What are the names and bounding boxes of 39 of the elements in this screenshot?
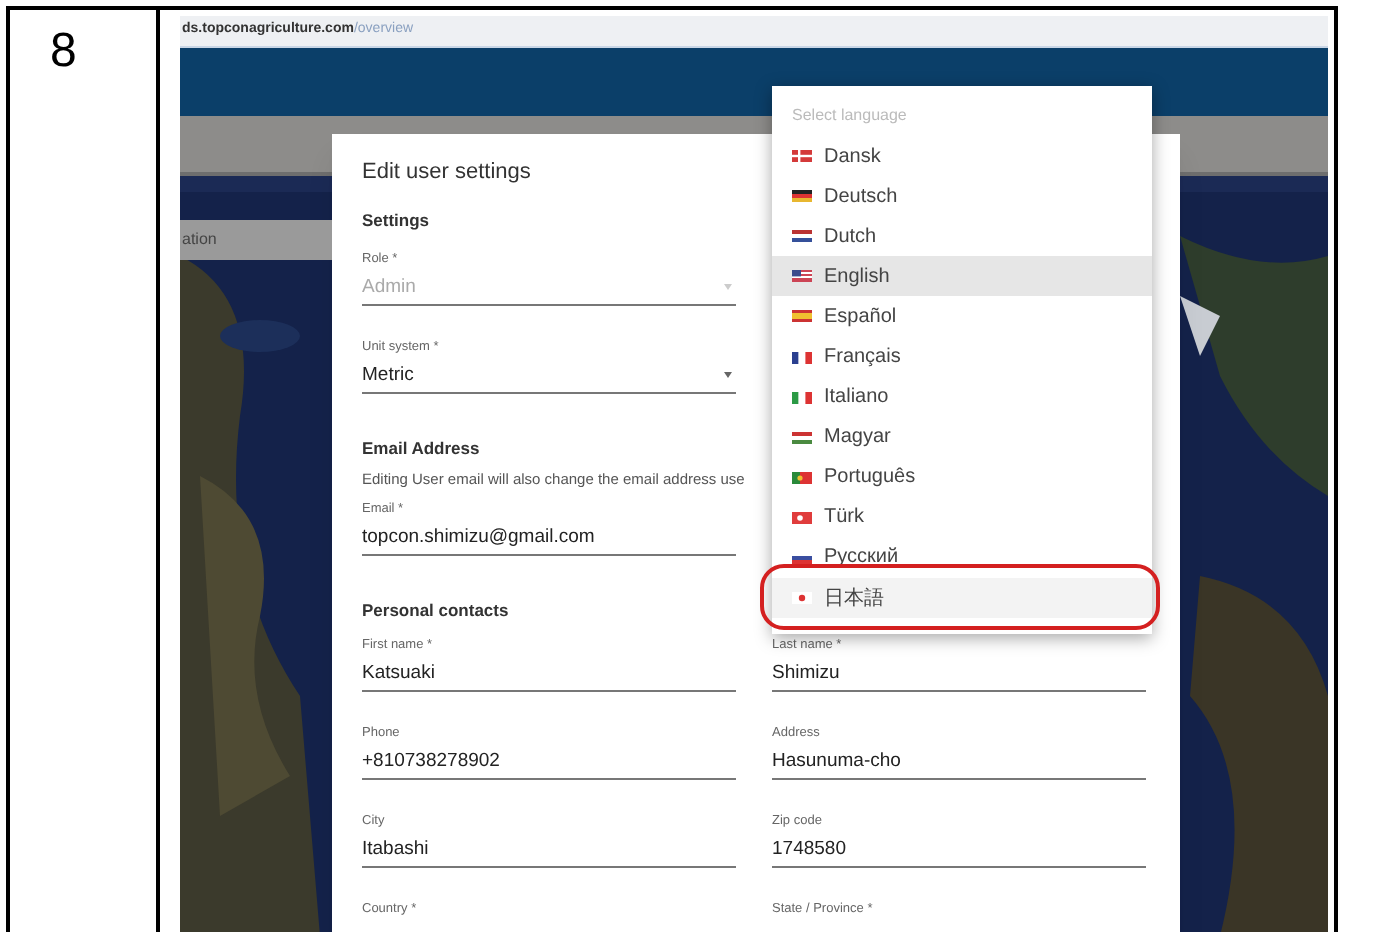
input-field[interactable]: Shimizu (772, 662, 1146, 692)
caret-icon (724, 284, 732, 290)
language-option[interactable]: English (772, 256, 1152, 297)
flag-icon (792, 511, 812, 524)
flag-icon (792, 551, 812, 564)
language-option[interactable]: Deutsch (772, 176, 1152, 217)
flag-icon (792, 150, 812, 163)
row-number: 8 (50, 24, 77, 78)
nav-item[interactable]: ation (180, 220, 332, 260)
section-heading: Email Address (362, 435, 480, 461)
language-option[interactable]: 日本語 (772, 578, 1152, 619)
flag-icon (792, 190, 812, 203)
dialog-title: Edit user settings (362, 158, 533, 186)
caret-icon (724, 372, 732, 378)
flag-icon (792, 310, 812, 323)
language-option[interactable]: Türk (772, 497, 1152, 538)
input-field[interactable]: +810738278902 (362, 750, 736, 780)
flag-icon (792, 471, 812, 484)
select-field[interactable]: Metric (362, 364, 736, 394)
input-field[interactable]: Hasunuma-cho (772, 750, 1146, 780)
language-option[interactable]: Español (772, 296, 1152, 337)
input-field[interactable]: topcon.shimizu@gmail.com (362, 526, 736, 556)
language-option[interactable]: Português (772, 457, 1152, 498)
flag-icon (792, 230, 812, 243)
section-heading: Personal contacts (362, 597, 509, 623)
language-option[interactable]: Magyar (772, 417, 1152, 458)
language-option[interactable]: Italiano (772, 377, 1152, 418)
section-heading: Settings (362, 207, 430, 233)
flag-icon (792, 592, 812, 605)
language-option[interactable]: Français (772, 336, 1152, 378)
input-field[interactable]: 1748580 (772, 838, 1146, 868)
flag-icon (792, 431, 812, 444)
flag-icon (792, 270, 812, 283)
language-option[interactable]: Dansk (772, 136, 1152, 177)
flag-icon (792, 351, 812, 364)
input-field[interactable]: Itabashi (362, 838, 736, 868)
input-field[interactable]: Katsuaki (362, 662, 736, 692)
language-option[interactable]: Dutch (772, 216, 1152, 257)
flag-icon (792, 391, 812, 404)
